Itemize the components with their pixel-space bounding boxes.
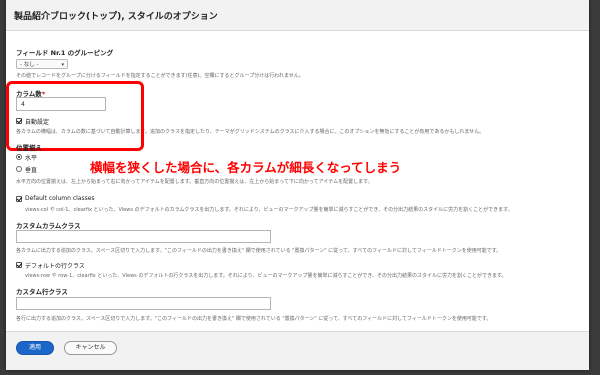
dialog-footer: 適用 キャンセル xyxy=(6,331,589,370)
style-options-dialog: 製品紹介ブロック(トップ), スタイルのオプション フィールド Nr.1 のグル… xyxy=(6,0,589,370)
grouping-select-value: - なし - xyxy=(20,62,39,68)
annotation-text: 横幅を狭くした場合に、各カラムが細長くなってしまう xyxy=(90,160,402,175)
custom-column-class-description: 各カラムに出力する追加のクラス。スペース区切りで入力します。"このフィールドの出… xyxy=(16,248,502,254)
grouping-description: その値でレコードをグループに分けるフィールドを指定することができます(任意)。空… xyxy=(16,73,304,79)
alignment-description: 水平方向の位置揃えは、左上から始まって右に向かってアイテムを配置します。垂直方向… xyxy=(16,179,373,185)
default-column-classes-checkbox[interactable] xyxy=(16,196,22,202)
dialog-content: フィールド Nr.1 のグルーピング - なし - ▾ その値でレコードをグルー… xyxy=(6,31,589,331)
default-row-classes-label: デフォルトの行クラス xyxy=(25,263,85,270)
grouping-select[interactable]: - なし - ▾ xyxy=(16,59,68,69)
custom-column-class-input[interactable] xyxy=(16,230,271,243)
apply-button[interactable]: 適用 xyxy=(16,341,54,355)
default-column-classes-label: Default column classes xyxy=(25,195,95,202)
alignment-label: 位置揃え xyxy=(16,144,42,152)
default-column-classes-description: views-col や col-1、clearfix といった、Views のデ… xyxy=(25,207,513,213)
alignment-radio-horizontal[interactable] xyxy=(16,154,22,160)
default-row-classes-checkbox[interactable] xyxy=(16,262,22,268)
dialog-titlebar: 製品紹介ブロック(トップ), スタイルのオプション xyxy=(6,0,589,31)
dialog-title: 製品紹介ブロック(トップ), スタイルのオプション xyxy=(14,12,218,22)
grouping-label: フィールド Nr.1 のグルーピング xyxy=(16,49,114,57)
alignment-option-vertical: 垂直 xyxy=(25,167,38,174)
cancel-button[interactable]: キャンセル xyxy=(64,341,117,355)
alignment-radio-vertical[interactable] xyxy=(16,166,22,172)
highlight-box xyxy=(6,81,144,151)
custom-row-class-description: 各行に出力する追加のクラス。スペース区切りで入力します。"このフィールドの出力を… xyxy=(16,316,492,322)
default-row-classes-description: views-row や row-1、clearfix といった、Views のデ… xyxy=(25,273,507,279)
custom-row-class-input[interactable] xyxy=(16,297,271,310)
custom-column-class-label: カスタムカラムクラス xyxy=(16,222,81,230)
alignment-option-horizontal: 水平 xyxy=(25,155,38,162)
chevron-down-icon: ▾ xyxy=(61,62,64,68)
custom-row-class-label: カスタム行クラス xyxy=(16,288,68,296)
